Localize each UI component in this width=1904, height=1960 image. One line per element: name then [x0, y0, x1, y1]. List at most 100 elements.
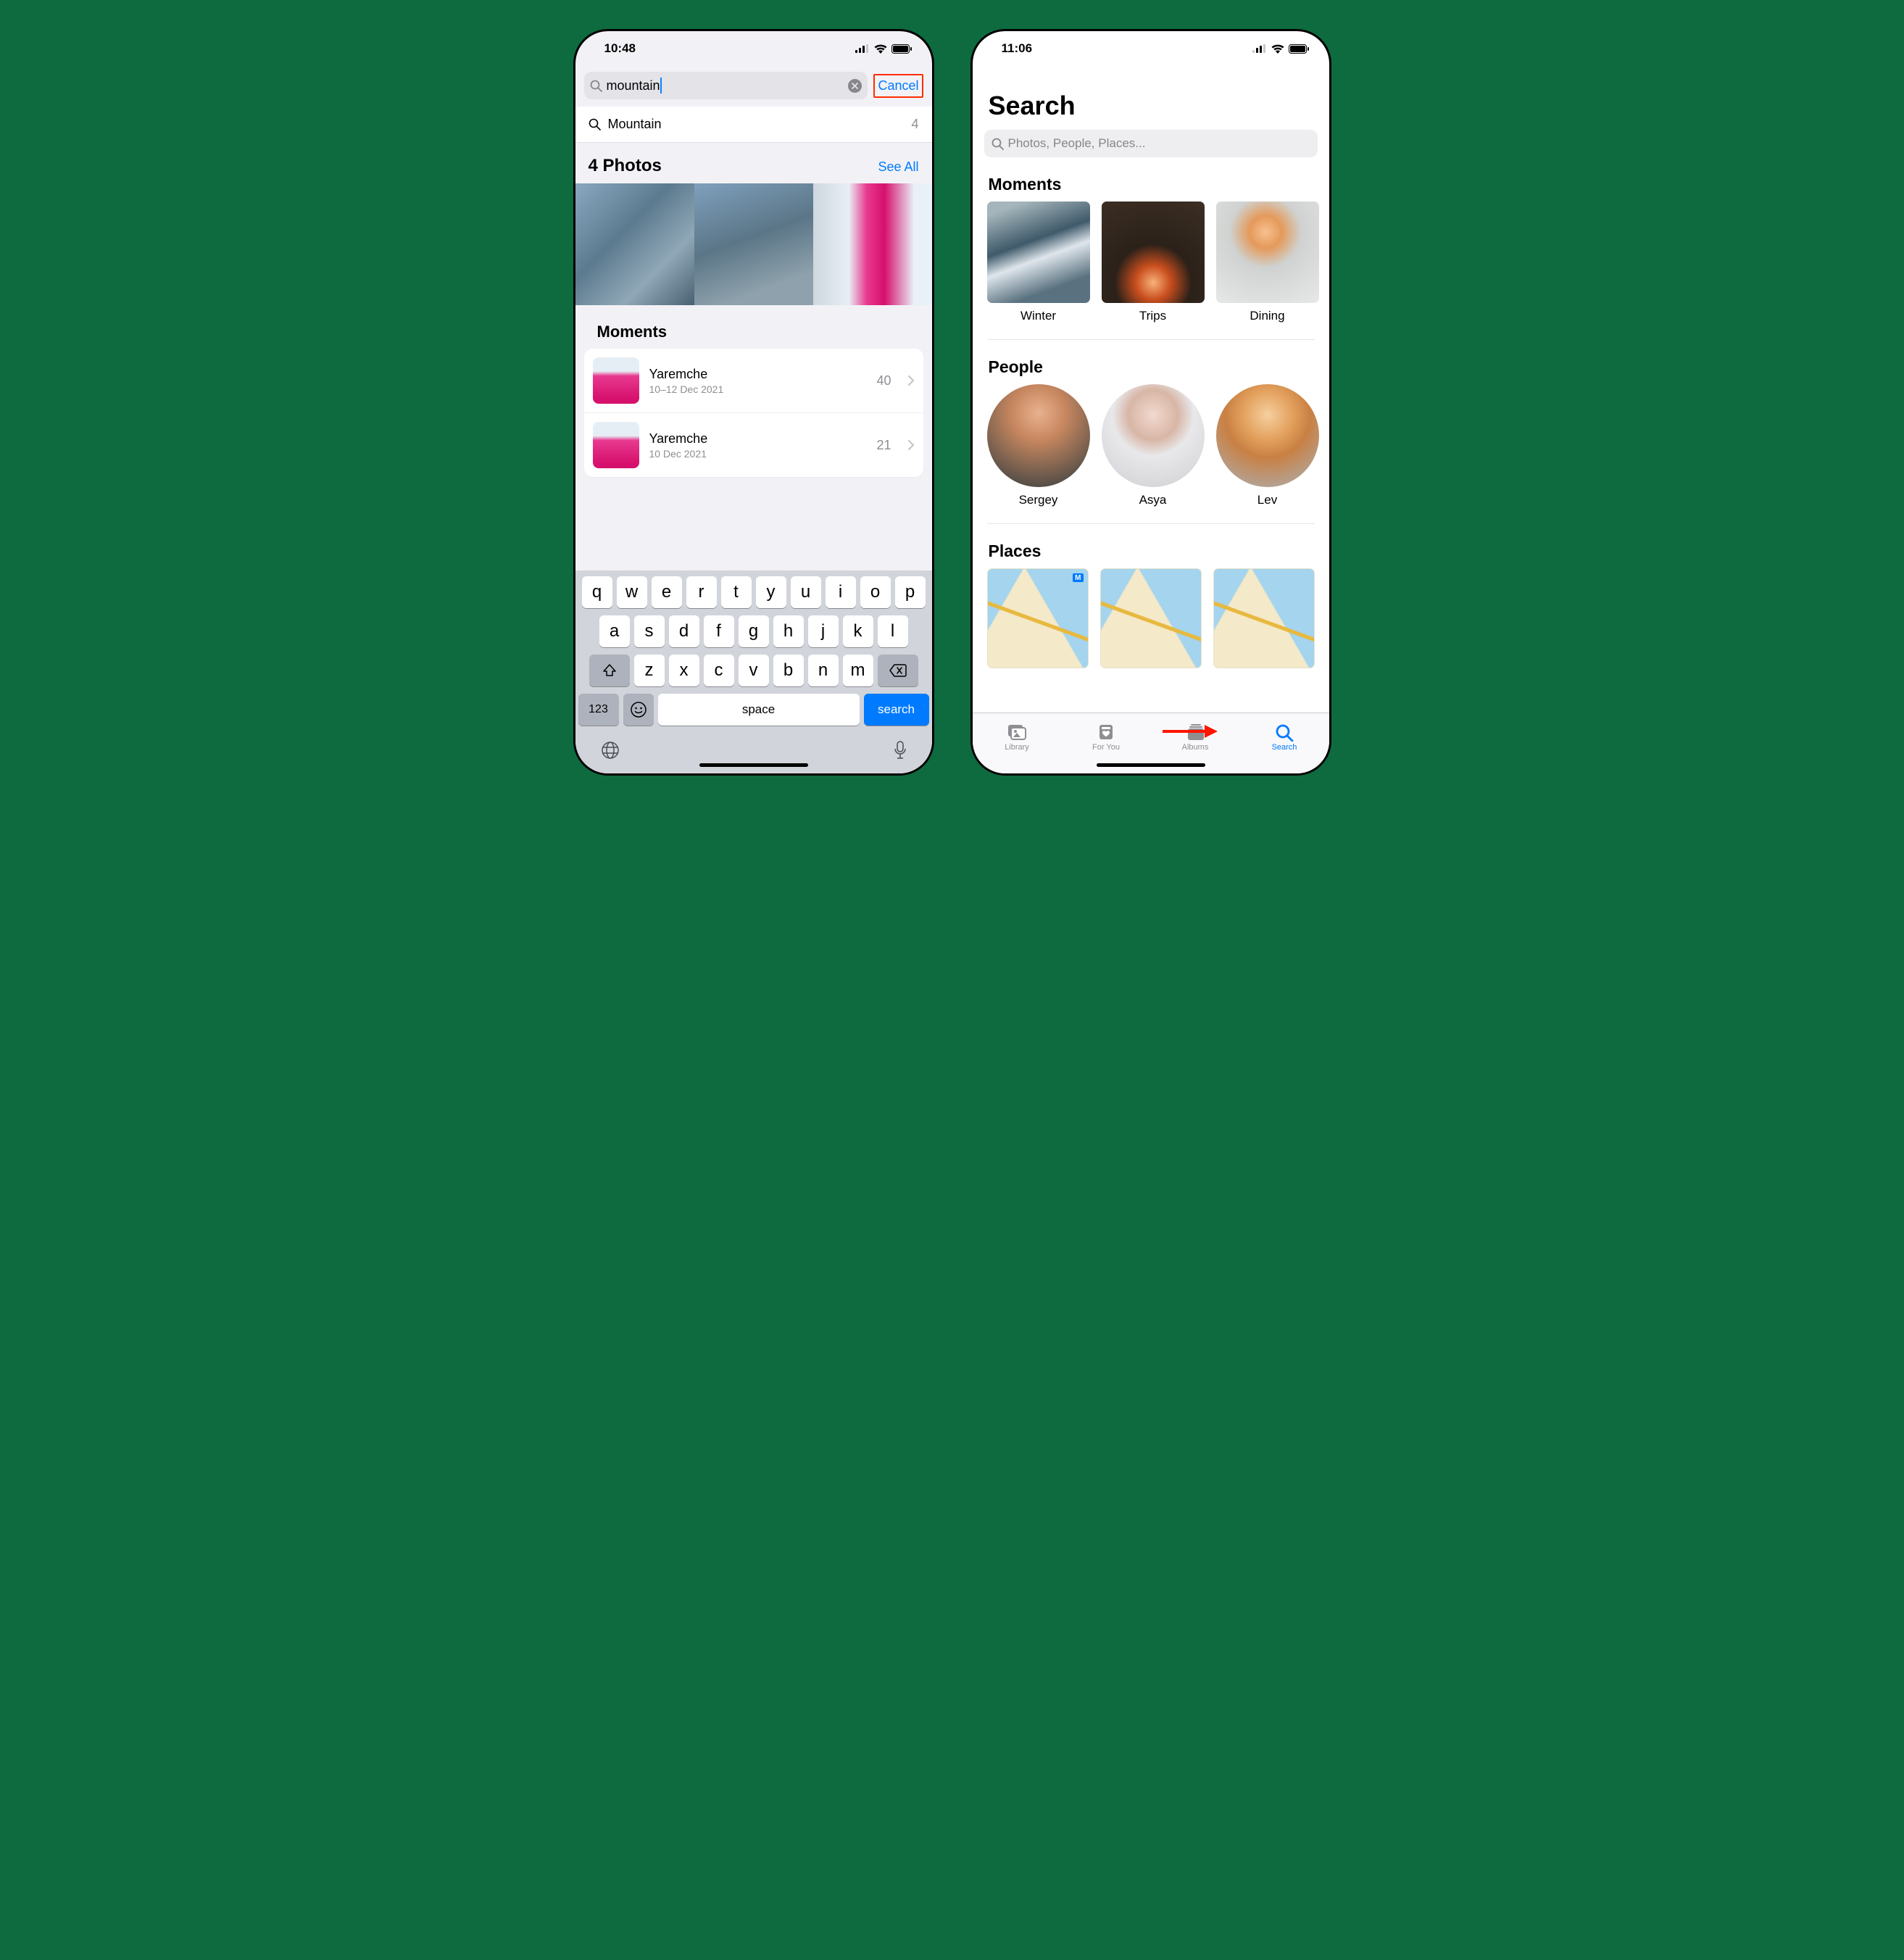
avatar	[1216, 384, 1319, 487]
moment-row[interactable]: Yaremche 10 Dec 2021 21	[584, 412, 923, 477]
status-bar: 11:06	[973, 31, 1329, 66]
search-key[interactable]: search	[864, 694, 929, 726]
text-caret	[660, 78, 662, 94]
phone-right: 11:06 Search Photos, People, Places... M…	[970, 29, 1331, 776]
letter-key[interactable]: z	[634, 655, 665, 686]
letter-key[interactable]: m	[843, 655, 873, 686]
person-name: Sergey	[1019, 493, 1058, 507]
tab-label: For You	[1092, 743, 1120, 752]
letter-key[interactable]: j	[808, 615, 839, 647]
search-icon	[1273, 723, 1295, 742]
letter-key[interactable]: d	[669, 615, 699, 647]
letter-key[interactable]: k	[843, 615, 873, 647]
photos-section-header: 4 Photos See All	[575, 143, 932, 183]
battery-icon	[891, 44, 912, 54]
moment-card[interactable]: Winter	[987, 202, 1090, 323]
person-name: Lev	[1257, 493, 1277, 507]
keyboard-bottom-row	[578, 733, 929, 773]
clear-search-button[interactable]	[848, 79, 862, 93]
phone-left: 10:48 mountain Cancel Mountain 4 4 Photo…	[573, 29, 934, 776]
tab-label: Albums	[1182, 743, 1209, 752]
wifi-icon	[874, 44, 887, 54]
letter-key[interactable]: b	[773, 655, 804, 686]
moment-label: Trips	[1139, 309, 1166, 323]
letter-key[interactable]: t	[721, 576, 752, 608]
person-card[interactable]: Asya	[1102, 384, 1205, 507]
shift-icon	[602, 663, 617, 678]
status-icons	[855, 44, 912, 54]
moment-thumb	[593, 422, 639, 468]
photo-thumbnails	[575, 183, 932, 305]
photo-thumb[interactable]	[694, 183, 813, 305]
photo-thumb[interactable]	[813, 183, 932, 305]
moment-count: 40	[876, 373, 891, 389]
search-field[interactable]: Photos, People, Places...	[984, 130, 1318, 157]
moment-body: Yaremche 10–12 Dec 2021	[649, 367, 724, 395]
letter-key[interactable]: f	[704, 615, 734, 647]
letter-key[interactable]: i	[826, 576, 856, 608]
letter-key[interactable]: x	[669, 655, 699, 686]
letter-key[interactable]: s	[634, 615, 665, 647]
moment-card[interactable]: Dining	[1216, 202, 1319, 323]
letter-key[interactable]: c	[704, 655, 734, 686]
moments-card: Yaremche 10–12 Dec 2021 40 Yaremche 10 D…	[584, 349, 923, 477]
backspace-icon	[889, 664, 907, 677]
letter-key[interactable]: v	[739, 655, 769, 686]
place-map-tile[interactable]	[1213, 568, 1315, 668]
backspace-key[interactable]	[878, 655, 918, 686]
letter-key[interactable]: n	[808, 655, 839, 686]
suggestion-label: Mountain	[608, 117, 662, 132]
letter-key[interactable]: h	[773, 615, 804, 647]
place-map-tile[interactable]	[1100, 568, 1202, 668]
moment-title: Yaremche	[649, 431, 708, 447]
shift-key[interactable]	[589, 655, 630, 686]
search-field[interactable]: mountain	[584, 72, 868, 99]
tab-library[interactable]: Library	[973, 713, 1062, 760]
cancel-button[interactable]: Cancel	[873, 74, 923, 98]
search-icon	[992, 138, 1004, 150]
letter-key[interactable]: w	[617, 576, 647, 608]
person-card[interactable]: Sergey	[987, 384, 1090, 507]
letter-key[interactable]: r	[686, 576, 717, 608]
search-icon	[590, 80, 602, 92]
numbers-key[interactable]: 123	[578, 694, 619, 726]
see-all-link[interactable]: See All	[878, 159, 918, 175]
moments-header: Moments	[973, 157, 1329, 202]
place-map-tile[interactable]: M	[987, 568, 1089, 668]
letter-key[interactable]: y	[756, 576, 786, 608]
letter-key[interactable]: u	[791, 576, 821, 608]
search-suggestion-row[interactable]: Mountain 4	[575, 107, 932, 142]
moment-subtitle: 10 Dec 2021	[649, 448, 708, 460]
moment-thumb	[1102, 202, 1205, 303]
letter-key[interactable]: q	[582, 576, 612, 608]
letter-key[interactable]: p	[895, 576, 926, 608]
photo-thumb[interactable]	[575, 183, 694, 305]
tab-albums[interactable]: Albums	[1151, 713, 1240, 760]
home-indicator	[699, 763, 808, 767]
emoji-key[interactable]	[623, 694, 654, 726]
letter-key[interactable]: a	[599, 615, 630, 647]
library-icon	[1006, 723, 1028, 742]
tab-search[interactable]: Search	[1240, 713, 1329, 760]
avatar	[987, 384, 1090, 487]
moment-label: Dining	[1250, 309, 1284, 323]
moment-card[interactable]: Trips	[1102, 202, 1205, 323]
letter-key[interactable]: o	[860, 576, 891, 608]
photos-count-header: 4 Photos	[589, 156, 662, 176]
search-row: mountain Cancel	[575, 66, 932, 107]
letter-key[interactable]: g	[739, 615, 769, 647]
letter-key[interactable]: l	[878, 615, 908, 647]
globe-icon[interactable]	[600, 740, 620, 760]
status-time: 10:48	[604, 41, 636, 56]
chevron-right-icon	[907, 375, 915, 386]
dictation-icon[interactable]	[893, 740, 907, 760]
search-input-value[interactable]: mountain	[607, 78, 660, 94]
moment-row[interactable]: Yaremche 10–12 Dec 2021 40	[584, 349, 923, 412]
person-card[interactable]: Lev	[1216, 384, 1319, 507]
search-icon	[589, 118, 601, 130]
tab-for-you[interactable]: For You	[1062, 713, 1151, 760]
letter-key[interactable]: e	[652, 576, 682, 608]
space-key[interactable]: space	[658, 694, 860, 726]
moment-count: 21	[876, 438, 891, 453]
moments-header: Moments	[575, 305, 932, 349]
